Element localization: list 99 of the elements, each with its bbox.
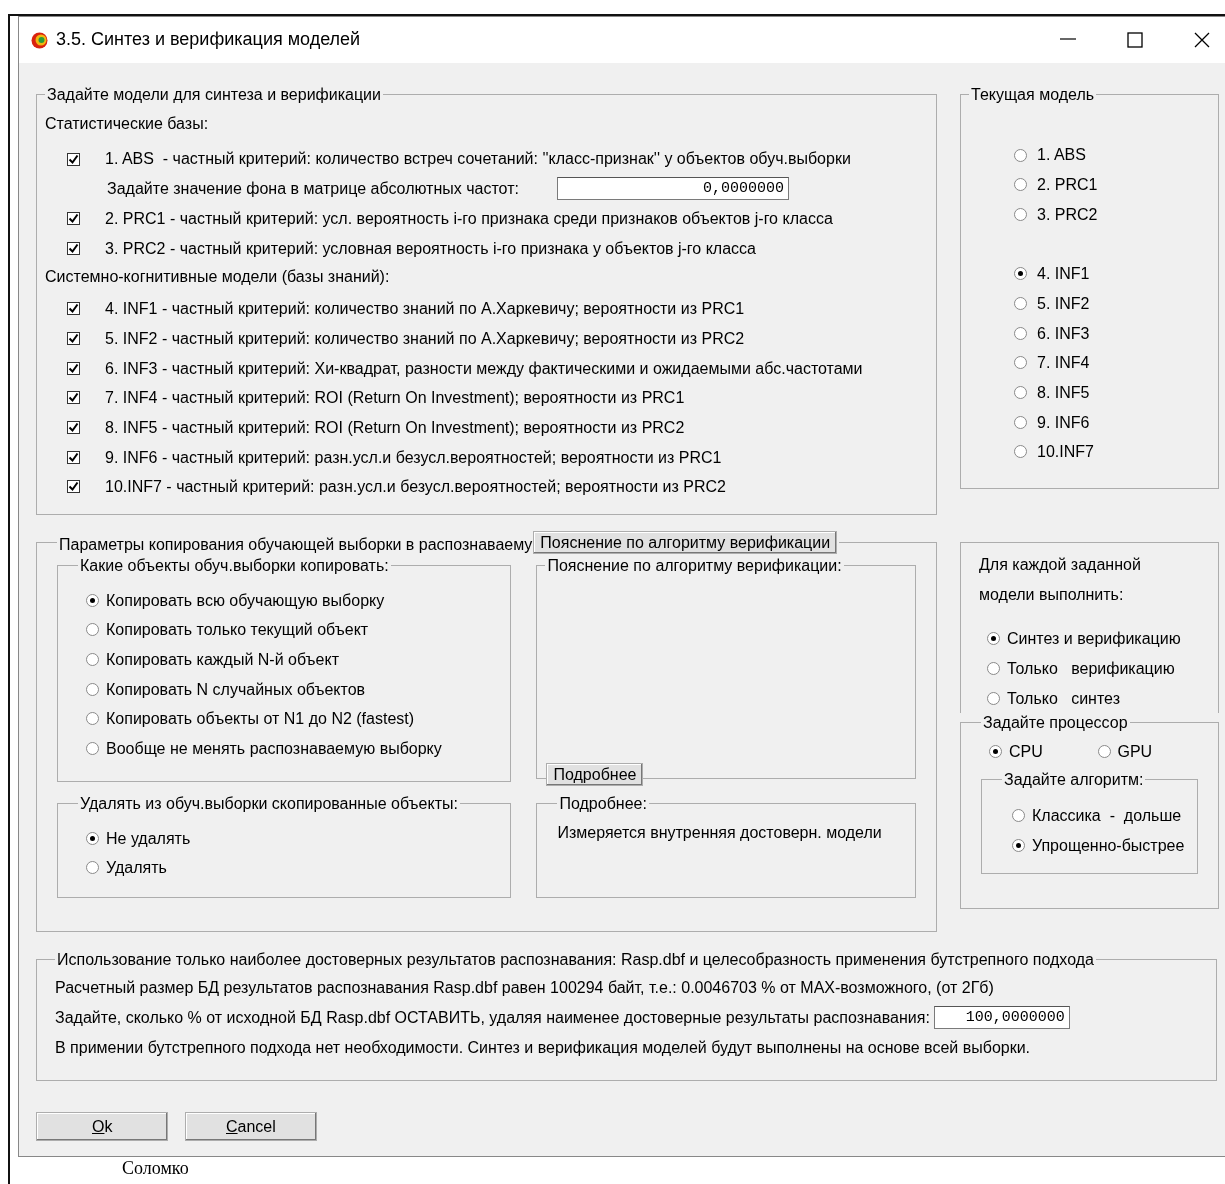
group-title: Текущая модель bbox=[970, 85, 1096, 105]
input-field[interactable]: 0,0000000 bbox=[557, 177, 789, 201]
checkbox-label: 8. INF5 - частный критерий: ROI (Return On Investment); вероятности из PRC2 bbox=[105, 417, 685, 438]
instruction-text: Для каждой заданной модели выполнить: bbox=[979, 555, 1142, 605]
group-title: Подробнее: bbox=[558, 794, 648, 814]
checkbox-label: 2. PRC1 - частный критерий: усл. вероятность i-го признака среди признаков объектов j-го класса bbox=[105, 208, 833, 228]
radio-label: 7. INF4 bbox=[1037, 353, 1090, 373]
close-icon[interactable] bbox=[1193, 32, 1210, 48]
radio-label: CPU bbox=[1009, 741, 1043, 761]
radio-label: Копировать объекты от N1 до N2 (fastest) bbox=[106, 709, 415, 729]
radio-button[interactable] bbox=[86, 712, 99, 726]
radio-button[interactable] bbox=[1014, 207, 1027, 221]
radio-label: Только синтез bbox=[1007, 688, 1120, 708]
checkbox-label: 5. INF2 - частный критерий: количество знаний по А.Харкевичу; вероятности из PRC2 bbox=[105, 328, 745, 349]
radio-button[interactable] bbox=[86, 831, 99, 845]
radio-label: Синтез и верификацию bbox=[1007, 629, 1181, 649]
checkbox-label: 1. ABS - частный критерий: количество встреч сочетаний: ''класс-признак'' у объектов обуч.выборки bbox=[105, 149, 851, 169]
radio-button[interactable] bbox=[987, 691, 1000, 705]
ok-button[interactable]: Ok bbox=[36, 1112, 168, 1141]
checkbox[interactable] bbox=[67, 391, 80, 405]
radio-button[interactable] bbox=[1012, 809, 1025, 823]
radio-button[interactable] bbox=[1014, 178, 1027, 192]
field-label: Задайте значение фона в матрице абсолютных частот: bbox=[107, 179, 519, 199]
radio-label: Упрощенно-быстрее bbox=[1032, 836, 1185, 856]
group-title: Пояснение по алгоритму верификации: bbox=[546, 556, 843, 576]
radio-button[interactable] bbox=[86, 623, 99, 637]
section-heading: Статистические базы: bbox=[45, 113, 209, 133]
radio-label: 1. ABS bbox=[1037, 145, 1086, 165]
input-field[interactable]: 100,0000000 bbox=[933, 1006, 1070, 1030]
checkbox[interactable] bbox=[67, 361, 80, 375]
radio-button[interactable] bbox=[1012, 839, 1025, 853]
radio-label: Не удалять bbox=[106, 828, 191, 848]
radio-label: 9. INF6 bbox=[1037, 412, 1090, 432]
radio-button[interactable] bbox=[86, 682, 99, 696]
checkbox-label: 3. PRC2 - частный критерий: условная вероятность i-го признака у объектов j-го класса bbox=[105, 238, 756, 258]
group-title: Использование только наиболее достоверных результатов распознавания: Rasp.dbf и целесобразность применения бутстрепного подхода bbox=[56, 950, 1095, 970]
radio-button[interactable] bbox=[1014, 148, 1027, 162]
logo-icon bbox=[31, 31, 48, 49]
radio-label: Копировать N случайных объектов bbox=[106, 679, 366, 699]
window-title: 3.5. Синтез и верификация моделей bbox=[56, 29, 361, 51]
group-title: Параметры копирования обучающей выборки в распознаваему bbox=[59, 535, 533, 555]
group-title: Удалять из обуч.выборки скопированные объекты: bbox=[79, 794, 459, 814]
radio-label: 8. INF5 bbox=[1037, 382, 1090, 403]
radio-label: 4. INF1 bbox=[1037, 264, 1090, 284]
checkbox-label: 9. INF6 - частный критерий: разн.усл.и безусл.вероятностей; вероятности из PRC1 bbox=[105, 447, 722, 467]
group-title: Задайте модели для синтеза и верификации bbox=[46, 85, 382, 105]
radio-label: Только верификацию bbox=[1007, 658, 1175, 679]
radio-button[interactable] bbox=[1014, 267, 1027, 281]
radio-label: Копировать всю обучающую выборку bbox=[106, 590, 385, 610]
radio-button[interactable] bbox=[1014, 326, 1027, 340]
radio-button[interactable] bbox=[989, 744, 1002, 758]
radio-label: 6. INF3 bbox=[1037, 323, 1090, 343]
radio-button[interactable] bbox=[86, 861, 99, 875]
radio-label: Удалять bbox=[106, 858, 167, 878]
checkbox[interactable] bbox=[67, 211, 80, 225]
checkbox[interactable] bbox=[67, 480, 80, 494]
group-title: Задайте процессор bbox=[982, 713, 1129, 733]
radio-button[interactable] bbox=[1014, 445, 1027, 459]
radio-label: 5. INF2 bbox=[1037, 293, 1090, 314]
checkbox-label: 6. INF3 - частный критерий: Хи-квадрат, разности между фактическими и ожидаемыми абс.частотами bbox=[105, 358, 863, 378]
radio-button[interactable] bbox=[1097, 744, 1111, 758]
checkbox[interactable] bbox=[67, 450, 80, 464]
checkbox[interactable] bbox=[67, 152, 80, 166]
radio-label: 2. PRC1 bbox=[1037, 175, 1098, 195]
document-text: Соломко bbox=[122, 1158, 189, 1180]
radio-label: Классика - дольше bbox=[1032, 806, 1182, 826]
radio-label: Копировать каждый N-й объект bbox=[106, 650, 339, 670]
checkbox-label: 7. INF4 - частный критерий: ROI (Return On Investment); вероятности из PRC1 bbox=[105, 388, 685, 408]
checkbox[interactable] bbox=[67, 331, 80, 345]
maximize-icon[interactable] bbox=[1126, 32, 1143, 48]
radio-button[interactable] bbox=[1014, 386, 1027, 400]
radio-label: Копировать только текущий объект bbox=[106, 620, 369, 640]
checkbox-label: 10.INF7 - частный критерий: разн.усл.и безусл.вероятностей; вероятности из PRC2 bbox=[105, 477, 726, 497]
radio-button[interactable] bbox=[987, 662, 1000, 676]
group-title: Какие объекты обуч.выборки копировать: bbox=[79, 556, 390, 576]
section-heading: Системно-когнитивные модели (базы знаний): bbox=[45, 267, 390, 287]
radio-button[interactable] bbox=[1014, 415, 1027, 429]
radio-label: 10.INF7 bbox=[1037, 442, 1094, 462]
details-text: Измеряется внутренняя достоверн. модели bbox=[557, 823, 883, 843]
info-text: В примении бутстрепного подхода нет необходимости. Синтез и верификация моделей будут выполнены на основе всей выборки. bbox=[55, 1037, 1031, 1057]
checkbox[interactable] bbox=[67, 302, 80, 316]
radio-button[interactable] bbox=[1014, 356, 1027, 370]
checkbox[interactable] bbox=[67, 421, 80, 435]
details-button[interactable]: Подробнее bbox=[546, 763, 644, 787]
radio-button[interactable] bbox=[86, 653, 99, 667]
checkbox[interactable] bbox=[67, 241, 80, 255]
group-title: Задайте алгоритм: bbox=[1003, 769, 1145, 790]
radio-button[interactable] bbox=[987, 632, 1000, 646]
field-label: Задайте, сколько % от исходной БД Rasp.dbf ОСТАВИТЬ, удаляя наименее достоверные результаты распознавания: bbox=[55, 1008, 930, 1028]
explain-button[interactable]: Пояснение по алгоритму верификации bbox=[533, 531, 838, 555]
radio-button[interactable] bbox=[1014, 296, 1027, 310]
radio-label: Вообще не менять распознаваемую выборку bbox=[106, 739, 442, 759]
radio-label: GPU bbox=[1117, 741, 1153, 761]
cancel-button[interactable]: Cancel bbox=[185, 1112, 317, 1141]
radio-label: 3. PRC2 bbox=[1037, 204, 1098, 224]
info-text: Расчетный размер БД результатов распознавания Rasp.dbf равен 100294 байт, т.е.: 0.0046703 % от MAX-возможного, (от 2Гб) bbox=[55, 978, 994, 998]
checkbox-label: 4. INF1 - частный критерий: количество знаний по А.Харкевичу; вероятности из PRC1 bbox=[105, 299, 745, 319]
radio-button[interactable] bbox=[86, 742, 99, 756]
radio-button[interactable] bbox=[86, 593, 99, 607]
